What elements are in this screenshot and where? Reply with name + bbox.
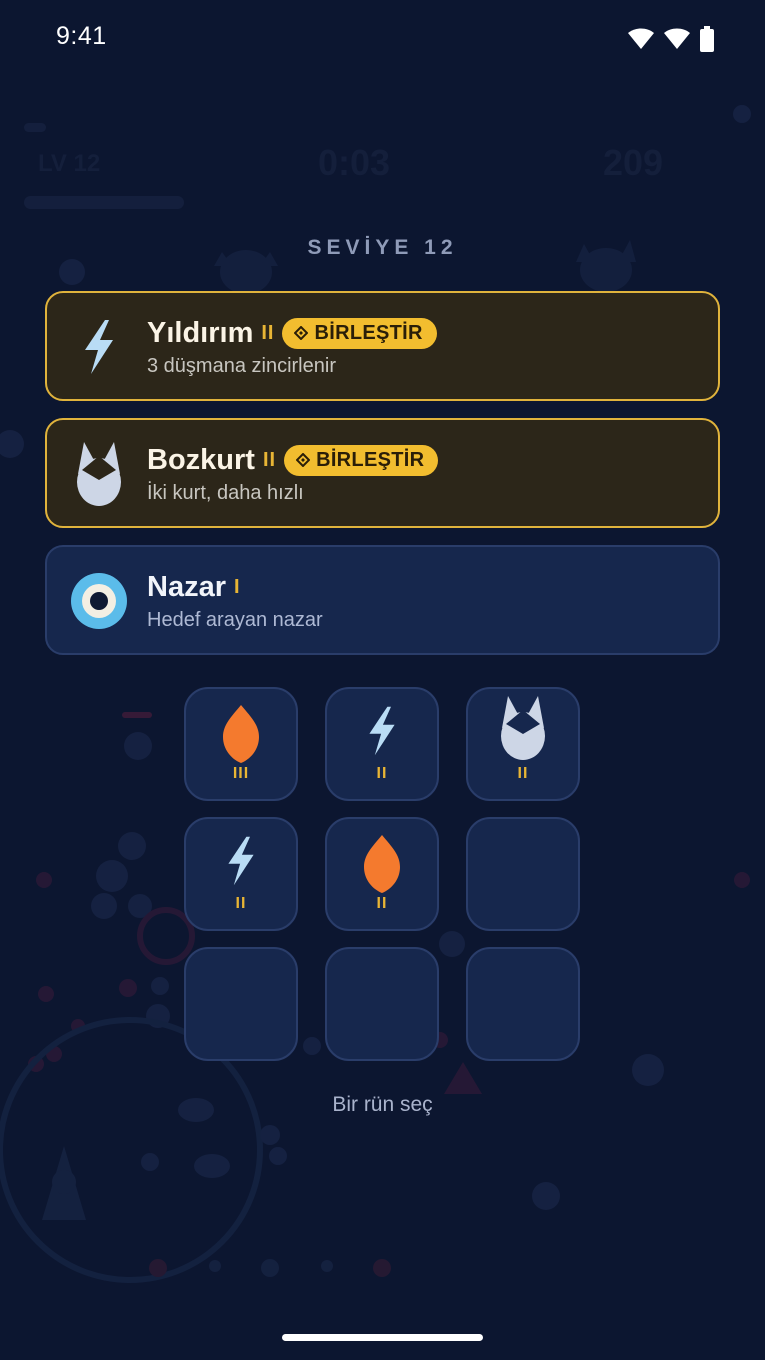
background-decor bbox=[0, 105, 751, 1283]
inventory-slot-empty[interactable] bbox=[325, 947, 439, 1061]
option-description: İki kurt, daha hızlı bbox=[147, 482, 304, 504]
inventory-slot[interactable]: II bbox=[184, 817, 298, 931]
diamond-icon bbox=[296, 453, 311, 467]
flame-icon bbox=[327, 833, 437, 899]
slot-tier: II bbox=[517, 765, 529, 782]
option-tier: II bbox=[262, 448, 277, 471]
option-title: Bozkurt bbox=[147, 443, 255, 476]
hud-pill bbox=[24, 123, 46, 132]
merge-badge-label: BİRLEŞTİR bbox=[314, 321, 423, 344]
inventory-slot[interactable]: II bbox=[325, 817, 439, 931]
evil-eye-icon bbox=[69, 571, 129, 631]
option-title: Yıldırım bbox=[147, 316, 254, 349]
option-title: Nazar bbox=[147, 570, 226, 603]
inventory-slot[interactable]: II bbox=[466, 687, 580, 801]
hud-level-text: LV 12 bbox=[38, 150, 101, 177]
diamond-icon bbox=[294, 326, 309, 340]
merge-badge: BİRLEŞTİR bbox=[282, 317, 437, 349]
lightning-icon bbox=[186, 833, 296, 899]
option-card-bozkurt[interactable]: Bozkurt II BİRLEŞTİR İki kurt, daha hızl… bbox=[45, 418, 720, 528]
hud-score: 209 bbox=[603, 142, 664, 183]
status-icons bbox=[627, 26, 715, 52]
inventory-slot-empty[interactable] bbox=[184, 947, 298, 1061]
status-time: 9:41 bbox=[56, 22, 107, 50]
hud-timer: 0:03 bbox=[318, 142, 391, 183]
wifi-icon bbox=[628, 28, 654, 49]
slot-tier: II bbox=[376, 895, 388, 912]
battery-icon bbox=[700, 26, 714, 52]
option-tier: I bbox=[234, 575, 241, 598]
background-game-layer: LV 12 0:03 209 bbox=[0, 0, 765, 1360]
option-description: Hedef arayan nazar bbox=[147, 609, 323, 631]
inventory-slot-empty[interactable] bbox=[466, 817, 580, 931]
option-tier: II bbox=[261, 321, 275, 344]
slot-tier: II bbox=[235, 895, 247, 912]
merge-badge-label: BİRLEŞTİR bbox=[316, 448, 425, 471]
flame-icon bbox=[186, 703, 296, 769]
option-card-yildirim[interactable]: Yıldırım II BİRLEŞTİR 3 düşmana zincirle… bbox=[45, 291, 720, 401]
inventory-slot[interactable]: III bbox=[184, 687, 298, 801]
wolf-icon bbox=[69, 442, 129, 506]
option-card-nazar[interactable]: Nazar I Hedef arayan nazar bbox=[45, 545, 720, 655]
lightning-icon bbox=[69, 317, 129, 377]
inventory-slot[interactable]: II bbox=[325, 687, 439, 801]
inventory-slot-empty[interactable] bbox=[466, 947, 580, 1061]
slot-tier: III bbox=[232, 765, 250, 782]
option-description: 3 düşmana zincirlenir bbox=[147, 355, 336, 377]
lightning-icon bbox=[327, 703, 437, 769]
hint-text: Bir rün seç bbox=[332, 1093, 433, 1116]
level-title: SEVİYE 12 bbox=[307, 236, 458, 259]
home-indicator[interactable] bbox=[282, 1334, 483, 1341]
slot-tier: II bbox=[376, 765, 388, 782]
hud-xp-bar bbox=[24, 196, 184, 209]
wolf-icon bbox=[468, 693, 578, 760]
merge-badge: BİRLEŞTİR bbox=[284, 444, 439, 476]
signal-icon bbox=[664, 28, 690, 49]
